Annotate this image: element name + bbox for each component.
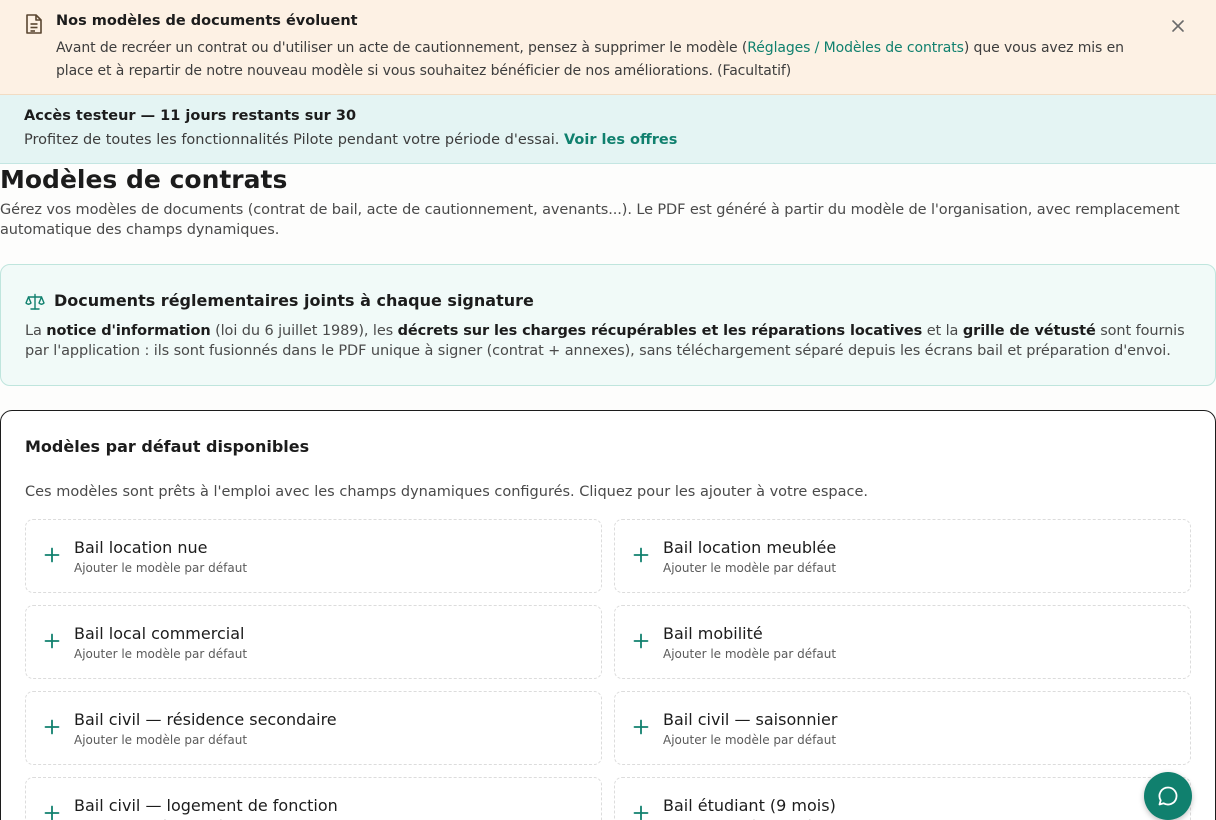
page-subtitle: Gérez vos modèles de documents (contrat … [0, 202, 1180, 238]
chat-bubble-icon [1158, 786, 1178, 806]
template-name: Bail mobilité [663, 624, 763, 643]
page-title: Modèles de contrats [0, 165, 288, 194]
template-card[interactable]: Bail location nue Ajouter le modèle par d… [25, 519, 602, 593]
notice-text: Avant de recréer un contrat ou d'utilise… [56, 37, 1156, 83]
view-offers-link[interactable]: Voir les offres [564, 132, 677, 148]
notice-text-before: Avant de recréer un contrat ou d'utilise… [56, 40, 748, 56]
plus-icon [633, 805, 649, 820]
template-card[interactable]: Bail mobilité Ajouter le modèle par défau… [614, 605, 1191, 679]
regulatory-text: La notice d'information (loi du 6 juille… [25, 321, 1195, 361]
default-templates-title: Modèles par défaut disponibles [25, 437, 310, 456]
template-card[interactable]: Bail civil — logement de fonctionAjouter… [25, 777, 602, 820]
regulatory-text-part: et la [922, 323, 963, 339]
template-card[interactable]: Bail location meublée Ajouter le modèle p… [614, 519, 1191, 593]
regulatory-bold-grid: grille de vétusté [962, 323, 1096, 339]
plus-icon [44, 719, 60, 735]
add-template-label: Ajouter le modèle par défaut [74, 647, 248, 661]
regulatory-text-part: (loi du 6 juillet 1989), les [210, 323, 398, 339]
regulatory-title: Documents réglementaires joints à chaque… [54, 291, 534, 310]
trial-title: Accès testeur — 11 jours restants sur 30 [24, 108, 357, 124]
template-name: Bail étudiant (9 mois) [663, 796, 836, 815]
template-name: Bail civil — résidence secondaire [74, 710, 337, 729]
trial-text: Profitez de toutes les fonctionnalités P… [24, 132, 677, 148]
template-card[interactable]: Bail civil — résidence secondaire Ajouter… [25, 691, 602, 765]
add-template-label: Ajouter le modèle par défaut [74, 561, 248, 575]
regulatory-bold-decrees: décrets sur les charges récupérables et … [397, 323, 923, 339]
plus-icon [44, 805, 60, 820]
regulatory-bold-notice: notice d'information [46, 323, 211, 339]
plus-icon [633, 547, 649, 563]
chat-button[interactable] [1144, 772, 1192, 820]
document-icon [26, 14, 42, 34]
template-name: Bail location nue [74, 538, 208, 557]
settings-templates-link[interactable]: Réglages / Modèles de contrats [747, 40, 964, 56]
close-icon[interactable] [1168, 16, 1188, 36]
template-name: Bail civil — saisonnier [663, 710, 838, 729]
template-name: Bail civil — logement de fonction [74, 796, 338, 815]
template-card[interactable]: Bail civil — saisonnier Ajouter le modèle… [614, 691, 1191, 765]
plus-icon [44, 633, 60, 649]
scale-icon [25, 293, 45, 310]
plus-icon [633, 719, 649, 735]
add-template-label: Ajouter le modèle par défaut [663, 647, 837, 661]
plus-icon [44, 547, 60, 563]
regulatory-documents-panel: Documents réglementaires joints à chaque… [0, 264, 1216, 386]
plus-icon [633, 633, 649, 649]
trial-description: Profitez de toutes les fonctionnalités P… [24, 132, 564, 148]
regulatory-text-part: La [25, 323, 47, 339]
template-card[interactable]: Bail étudiant (9 mois)Ajouter le modèle … [614, 777, 1191, 820]
default-templates-description: Ces modèles sont prêts à l'emploi avec l… [25, 484, 868, 500]
add-template-label: Ajouter le modèle par défaut [663, 561, 837, 575]
template-card[interactable]: Bail local commercial Ajouter le modèle p… [25, 605, 602, 679]
notice-banner: Nos modèles de documents évoluent Avant … [0, 0, 1216, 95]
add-template-label: Ajouter le modèle par défaut [663, 733, 837, 747]
trial-banner: Accès testeur — 11 jours restants sur 30… [0, 95, 1216, 164]
template-name: Bail location meublée [663, 538, 837, 557]
template-name: Bail local commercial [74, 624, 245, 643]
notice-title: Nos modèles de documents évoluent [56, 13, 358, 29]
add-template-label: Ajouter le modèle par défaut [74, 733, 248, 747]
